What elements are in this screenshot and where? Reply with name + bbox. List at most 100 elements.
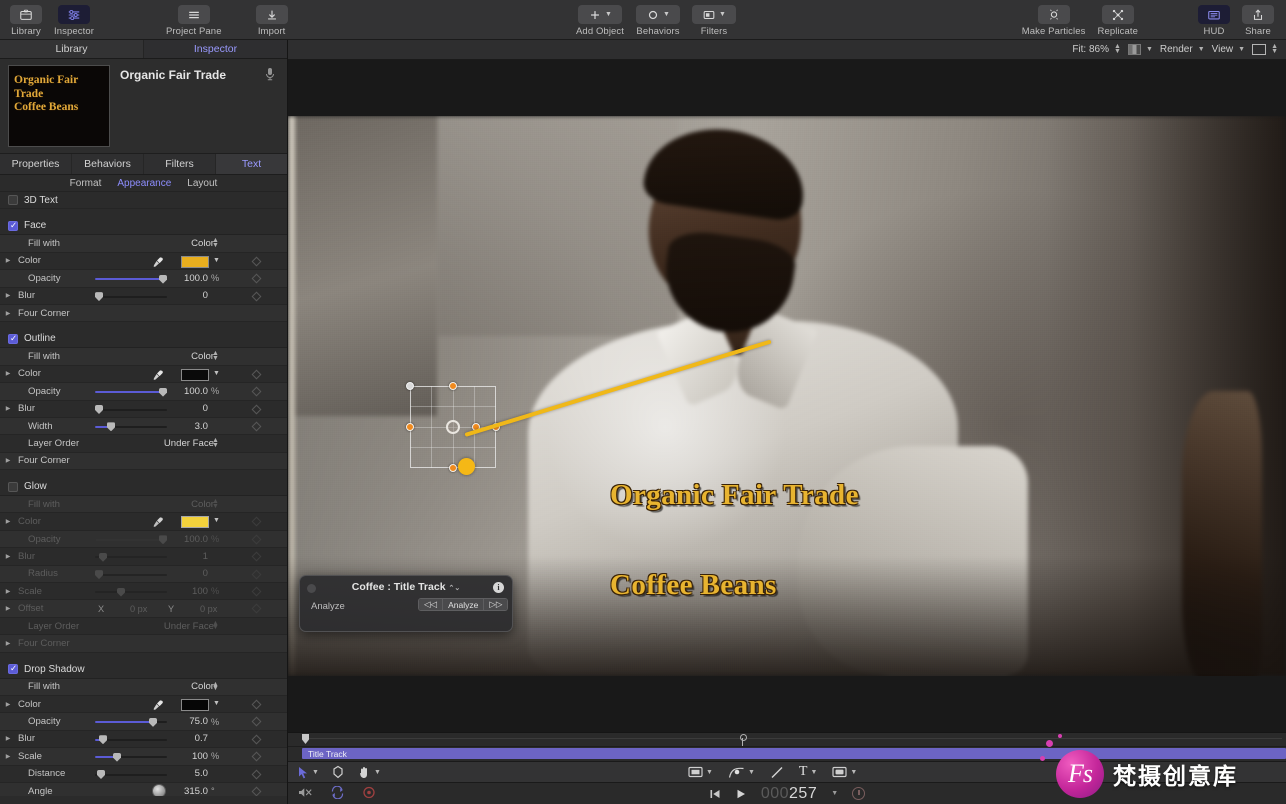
text-tool-icon[interactable]: T xyxy=(799,764,808,780)
slider-glow-opacity[interactable] xyxy=(95,535,167,545)
eyedropper-icon[interactable] xyxy=(152,369,164,381)
keyframe-button[interactable] xyxy=(251,291,262,302)
row-glow-color[interactable]: ▶ Color ▼ xyxy=(0,513,287,531)
disclosure-icon[interactable]: ▶ xyxy=(2,735,14,742)
eyedropper-icon[interactable] xyxy=(152,516,164,528)
swatch-face-color[interactable] xyxy=(181,255,209,268)
row-shadow-scale[interactable]: ▶ Scale 100 % xyxy=(0,748,287,766)
render-menu[interactable]: Render ▼ xyxy=(1160,44,1205,55)
slider-shadow-distance[interactable] xyxy=(95,770,167,780)
sub-tab-appearance[interactable]: Appearance xyxy=(117,178,171,189)
text-tool-button[interactable]: T ▼ xyxy=(799,764,818,780)
value-shadow-opacity[interactable]: 75.0 xyxy=(176,716,208,727)
keyframe-button[interactable] xyxy=(251,586,262,597)
eyedropper-icon[interactable] xyxy=(152,256,164,268)
disclosure-icon[interactable]: ▶ xyxy=(2,553,14,560)
section-header-drop-shadow[interactable]: Drop Shadow xyxy=(0,660,287,679)
slider-shadow-blur[interactable] xyxy=(95,735,167,745)
row-shadow-color[interactable]: ▶ Color ▼ xyxy=(0,695,287,714)
row-shadow-fill-with[interactable]: ▶ Fill with Color ▲▼ xyxy=(0,678,287,696)
chevron-down-icon[interactable]: ▼ xyxy=(312,769,319,776)
disclosure-icon[interactable]: ▶ xyxy=(2,753,14,760)
chevron-down-icon[interactable]: ▼ xyxy=(719,11,726,18)
value-outline-opacity[interactable]: 100.0 xyxy=(176,386,208,397)
keyframe-button[interactable] xyxy=(251,751,262,762)
keyframe-button[interactable] xyxy=(251,769,262,779)
toolbar-project-pane-button[interactable]: Project Pane xyxy=(160,0,228,37)
select-tool-button[interactable]: ▼ xyxy=(298,766,319,779)
pane-tab-inspector[interactable]: Inspector xyxy=(144,40,287,58)
row-glow-blur[interactable]: ▶ Blur 1 xyxy=(0,548,287,566)
keyframe-button[interactable] xyxy=(251,517,262,527)
timecode-display[interactable]: 000257 xyxy=(761,785,817,803)
value-shadow-distance[interactable]: 5.0 xyxy=(176,768,208,779)
row-glow-offset[interactable]: ▶ Offset X 0 px Y 0 px xyxy=(0,600,287,618)
chevron-down-icon[interactable]: ▼ xyxy=(374,769,381,776)
share-icon[interactable] xyxy=(1242,5,1274,24)
anchor-point-handle[interactable] xyxy=(446,420,460,434)
toolbar-import-button[interactable]: Import xyxy=(250,0,294,37)
disclosure-icon[interactable]: ▶ xyxy=(2,588,14,595)
audio-mic-icon[interactable] xyxy=(264,67,276,81)
stepper-icon[interactable]: ▲ ▼ xyxy=(212,620,219,632)
value-face-opacity[interactable]: 100.0 xyxy=(176,273,208,284)
toolbar-inspector-button[interactable]: Inspector xyxy=(48,0,100,37)
pan-tool-button[interactable]: ▼ xyxy=(357,765,381,779)
slider-glow-radius[interactable] xyxy=(95,570,167,580)
disclosure-icon[interactable]: ▶ xyxy=(2,701,14,708)
checkbox-3d-text[interactable] xyxy=(8,195,18,206)
transform-widget[interactable] xyxy=(406,339,772,476)
disclosure-icon[interactable]: ▶ xyxy=(2,518,14,525)
media-tool-icon[interactable] xyxy=(832,766,847,778)
chevron-down-icon[interactable]: ▼ xyxy=(1146,45,1153,54)
chevron-down-icon[interactable]: ▼ xyxy=(213,517,220,524)
value-glow-radius[interactable]: 0 xyxy=(176,568,208,579)
keyframe-button[interactable] xyxy=(251,569,262,580)
keyframe-button[interactable] xyxy=(251,404,262,414)
keyframe-button[interactable] xyxy=(251,603,262,614)
timeline-area[interactable]: Title Track xyxy=(288,732,1286,761)
disclosure-icon[interactable]: ▶ xyxy=(2,257,14,264)
stepper-icon[interactable]: ▲ ▼ xyxy=(1114,43,1121,55)
value-outline-layer-order[interactable]: Under Face xyxy=(150,438,214,449)
tab-properties[interactable]: Properties xyxy=(0,154,72,174)
tab-text[interactable]: Text xyxy=(216,154,287,174)
stepper-icon[interactable]: ▲ ▼ xyxy=(212,681,219,693)
drag-handle-knob[interactable] xyxy=(458,458,475,475)
row-outline-opacity[interactable]: ▶ Opacity 100.0 % xyxy=(0,383,287,401)
line-tool-button[interactable] xyxy=(770,766,784,779)
chevron-down-icon[interactable]: ▼ xyxy=(213,700,220,707)
row-face-color[interactable]: ▶ Color ▼ xyxy=(0,252,287,271)
rectangle-shape-tool-icon[interactable] xyxy=(688,766,703,778)
analyze-backward-button[interactable]: ◁◁ xyxy=(419,599,444,610)
keyframe-button[interactable] xyxy=(251,551,262,562)
value-shadow-scale[interactable]: 100 xyxy=(176,751,208,762)
swatch-shadow-color[interactable] xyxy=(181,698,209,711)
project-pane-icon[interactable] xyxy=(177,5,210,24)
behaviors-gear-icon[interactable]: ▼ xyxy=(636,5,680,24)
toolbar-replicate-button[interactable]: Replicate xyxy=(1091,0,1144,37)
value-glow-offset-x[interactable]: 0 px xyxy=(130,604,147,614)
corner-handle-top-left[interactable] xyxy=(406,382,414,390)
row-face-fill-with[interactable]: ▶ Fill with Color ▲▼ xyxy=(0,235,287,253)
checkbox-glow[interactable] xyxy=(8,481,18,492)
stepper-icon[interactable]: ▲ ▼ xyxy=(212,350,219,362)
analyze-button[interactable]: Analyze xyxy=(443,599,485,610)
chevron-down-icon[interactable]: ▼ xyxy=(850,769,857,776)
shape-tool-button[interactable]: ▼ xyxy=(688,766,713,778)
keyframe-button[interactable] xyxy=(251,786,262,796)
chevron-down-icon[interactable]: ▼ xyxy=(213,370,220,377)
slider-shadow-scale[interactable] xyxy=(95,752,167,762)
toolbar-share-button[interactable]: Share xyxy=(1236,0,1280,37)
slider-outline-blur[interactable] xyxy=(95,405,167,415)
row-glow-radius[interactable]: ▶ Radius 0 xyxy=(0,565,287,584)
row-3d-text[interactable]: 3D Text xyxy=(0,192,287,210)
slider-face-blur[interactable] xyxy=(95,292,167,302)
disclosure-icon[interactable]: ▶ xyxy=(2,457,14,464)
checkbox-outline[interactable] xyxy=(8,333,18,344)
section-header-outline[interactable]: Outline xyxy=(0,330,287,349)
chevron-down-icon[interactable]: ▼ xyxy=(1198,45,1205,54)
hud-analyze-segmented-control[interactable]: ◁◁ Analyze ▷▷ xyxy=(418,598,509,611)
value-shadow-angle[interactable]: 315.0 xyxy=(176,786,208,796)
value-glow-blur[interactable]: 1 xyxy=(176,551,208,562)
